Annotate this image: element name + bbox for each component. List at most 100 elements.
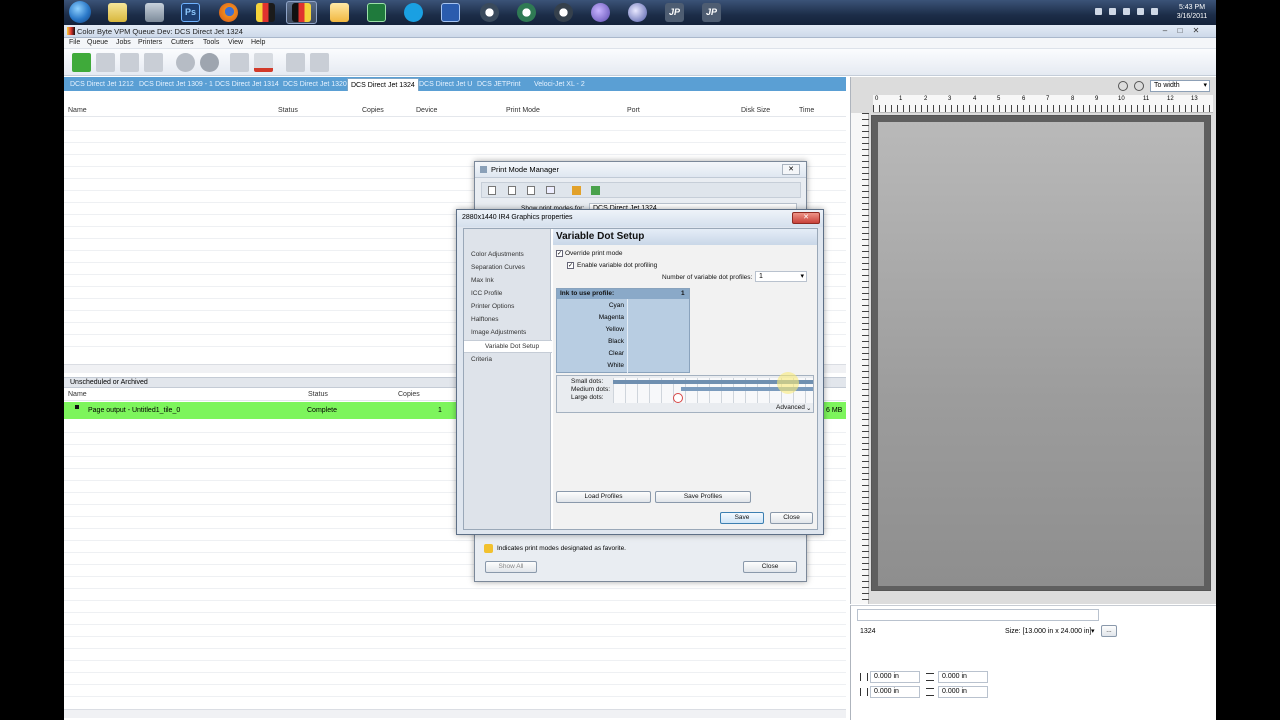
- zoom-in-icon[interactable]: [1118, 81, 1128, 91]
- column-header-port[interactable]: Port: [627, 107, 640, 114]
- device-select[interactable]: [857, 609, 1099, 621]
- enable-profiling-checkbox[interactable]: ✓: [567, 262, 574, 269]
- nav-item-max-ink[interactable]: Max Ink: [471, 277, 494, 284]
- nav-item-criteria[interactable]: Criteria: [471, 356, 492, 363]
- column-header-disk-size[interactable]: Disk Size: [741, 107, 770, 114]
- nav-item-separation-curves[interactable]: Separation Curves: [471, 264, 525, 271]
- jp-icon[interactable]: JP: [665, 3, 684, 22]
- tray-network-icon[interactable]: [1137, 8, 1144, 15]
- generic-app-icon[interactable]: [145, 3, 164, 22]
- photoshop-icon[interactable]: Ps: [181, 3, 200, 22]
- menu-help[interactable]: Help: [251, 39, 265, 46]
- save-profiles-button[interactable]: Save Profiles: [655, 491, 751, 503]
- minimize-button[interactable]: –: [1159, 26, 1171, 36]
- tab-printer[interactable]: DCS JETPrint: [477, 78, 521, 91]
- menu-cutters[interactable]: Cutters: [171, 39, 194, 46]
- windows-orb-icon[interactable]: [69, 1, 91, 23]
- cancel-page-icon[interactable]: [254, 53, 273, 72]
- tab-printer[interactable]: DCS Direct Jet 1314: [215, 78, 279, 91]
- close-button[interactable]: ✕: [1190, 26, 1202, 36]
- search-icon[interactable]: [176, 53, 195, 72]
- margin-x-field[interactable]: 0.000 in: [870, 686, 920, 698]
- nav-item-variable-dot-setup[interactable]: Variable Dot Setup: [464, 340, 552, 353]
- override-checkbox[interactable]: ✓: [556, 250, 563, 257]
- nav-item-icc-profile[interactable]: ICC Profile: [471, 290, 502, 297]
- tray-flag-icon[interactable]: [1109, 8, 1116, 15]
- add-job-icon[interactable]: [72, 53, 91, 72]
- menu-file[interactable]: File: [69, 39, 80, 46]
- clock[interactable]: 5:43 PM 3/16/2011: [1172, 3, 1212, 21]
- play-icon[interactable]: [120, 53, 139, 72]
- word-icon[interactable]: [441, 3, 460, 22]
- save-button[interactable]: Save: [720, 512, 764, 524]
- column-header-status[interactable]: Status: [308, 391, 328, 398]
- import-icon[interactable]: [591, 186, 600, 195]
- layout-icon[interactable]: [310, 53, 329, 72]
- advanced-toggle[interactable]: Advanced: [776, 404, 805, 411]
- properties-icon[interactable]: [546, 186, 555, 194]
- tray-arrow-icon[interactable]: [1095, 8, 1102, 15]
- forward-icon[interactable]: [144, 53, 163, 72]
- column-header-time[interactable]: Time: [799, 107, 814, 114]
- app-icon[interactable]: [554, 3, 573, 22]
- offset-x-field[interactable]: 0.000 in: [870, 671, 920, 683]
- skype-icon[interactable]: [404, 3, 423, 22]
- tab-printer[interactable]: DCS Direct Jet 1309 - 1: [139, 78, 213, 91]
- mail-icon[interactable]: [330, 3, 349, 22]
- edit-mode-icon[interactable]: [527, 186, 535, 195]
- menu-view[interactable]: View: [228, 39, 243, 46]
- app-icon[interactable]: [256, 3, 275, 22]
- column-header-name[interactable]: Name: [68, 107, 87, 114]
- column-header-print-mode[interactable]: Print Mode: [506, 107, 540, 114]
- copy-mode-icon[interactable]: [508, 186, 516, 195]
- nav-item-halftones[interactable]: Halftones: [471, 316, 498, 323]
- num-profiles-select[interactable]: 1 ▾: [755, 271, 807, 282]
- jp-icon[interactable]: JP: [702, 3, 721, 22]
- excel-icon[interactable]: [367, 3, 386, 22]
- nav-item-image-adjustments[interactable]: Image Adjustments: [471, 329, 526, 336]
- copy-icon[interactable]: [286, 53, 305, 72]
- pmm-close-button[interactable]: Close: [743, 561, 797, 573]
- archive-horizontal-scrollbar[interactable]: [64, 709, 846, 718]
- nav-item-printer-options[interactable]: Printer Options: [471, 303, 514, 310]
- tab-printer[interactable]: DCS Direct Jet 1212: [70, 78, 134, 91]
- page-forward-icon[interactable]: [230, 53, 249, 72]
- app-icon[interactable]: [517, 3, 536, 22]
- menu-jobs[interactable]: Jobs: [116, 39, 131, 46]
- media-size-more-button[interactable]: ...: [1101, 625, 1117, 637]
- dot-handle[interactable]: [673, 393, 683, 403]
- app-icon[interactable]: [628, 3, 647, 22]
- menu-printers[interactable]: Printers: [138, 39, 162, 46]
- offset-y-field[interactable]: 0.000 in: [938, 671, 988, 683]
- zoom-select[interactable]: To width ▾: [1150, 80, 1210, 92]
- close-button[interactable]: Close: [770, 512, 813, 524]
- new-mode-icon[interactable]: [488, 186, 496, 195]
- menu-queue[interactable]: Queue: [87, 39, 108, 46]
- zoom-out-icon[interactable]: [1134, 81, 1144, 91]
- tray-battery-icon[interactable]: [1123, 8, 1130, 15]
- maximize-button[interactable]: □: [1174, 26, 1186, 36]
- nav-item-color-adjustments[interactable]: Color Adjustments: [471, 251, 524, 258]
- close-icon[interactable]: ✕: [782, 164, 800, 175]
- file-manager-icon[interactable]: [108, 3, 127, 22]
- column-header-copies[interactable]: Copies: [362, 107, 384, 114]
- tab-printer[interactable]: DCS Direct Jet U: [419, 78, 472, 91]
- firefox-icon[interactable]: [219, 3, 238, 22]
- delete-job-icon[interactable]: [96, 53, 115, 72]
- tab-printer[interactable]: Veloci-Jet XL - 2: [534, 78, 585, 91]
- menu-tools[interactable]: Tools: [203, 39, 219, 46]
- margin-y-field[interactable]: 0.000 in: [938, 686, 988, 698]
- show-all-button[interactable]: Show All: [485, 561, 537, 573]
- tray-volume-icon[interactable]: [1151, 8, 1158, 15]
- tab-printer-active[interactable]: DCS Direct Jet 1324: [347, 78, 419, 91]
- globe-icon[interactable]: [591, 3, 610, 22]
- column-header-name[interactable]: Name: [68, 391, 87, 398]
- chevron-down-icon[interactable]: ▾: [1091, 627, 1095, 635]
- stop-icon[interactable]: [200, 53, 219, 72]
- app-icon-selected[interactable]: [292, 3, 311, 22]
- column-header-status[interactable]: Status: [278, 107, 298, 114]
- app-icon[interactable]: [480, 3, 499, 22]
- column-header-device[interactable]: Device: [416, 107, 437, 114]
- load-profiles-button[interactable]: Load Profiles: [556, 491, 651, 503]
- column-header-copies[interactable]: Copies: [398, 391, 420, 398]
